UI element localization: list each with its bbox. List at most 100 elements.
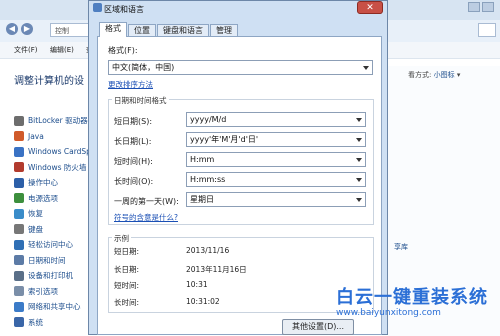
example-short-date-value: 2013/11/16 — [186, 246, 230, 255]
other-settings-button[interactable]: 其他设置(D)... — [282, 319, 354, 335]
flag-icon — [14, 177, 24, 188]
control-panel-item[interactable]: Java — [14, 129, 91, 145]
control-panel-item[interactable]: BitLocker 驱动器 — [14, 113, 91, 129]
tab-format[interactable]: 格式 — [99, 22, 127, 37]
network-icon — [14, 301, 24, 312]
chevron-down-icon — [363, 66, 369, 70]
ease-access-icon — [14, 239, 24, 250]
search-input[interactable] — [478, 23, 496, 37]
close-button[interactable]: ✕ — [357, 1, 383, 14]
menu-file[interactable]: 文件(F) — [14, 45, 38, 55]
chevron-down-icon — [356, 178, 362, 182]
back-icon[interactable]: ◀ — [6, 23, 18, 35]
format-select-value: 中文(简体，中国) — [112, 63, 175, 72]
example-short-time-value: 10:31 — [186, 280, 208, 289]
window-buttons — [468, 2, 494, 12]
cardspace-icon — [14, 146, 24, 157]
sort-method-link[interactable]: 更改排序方法 — [108, 79, 153, 90]
short-date-select[interactable]: yyyy/M/d — [186, 112, 366, 127]
java-icon — [14, 131, 24, 142]
menu-edit[interactable]: 编辑(E) — [50, 45, 74, 55]
long-date-value: yyyy'年'M'月'd'日' — [190, 135, 259, 144]
short-date-value: yyyy/M/d — [190, 115, 227, 124]
control-panel-item-label: 日期和时间 — [28, 255, 66, 265]
control-panel-item-label: 系统 — [28, 317, 43, 327]
control-panel-item[interactable]: 网络和共享中心 — [14, 299, 91, 315]
control-panel-item-label: 恢复 — [28, 209, 43, 219]
nav-buttons: ◀ ▶ — [6, 23, 33, 35]
globe-icon — [93, 3, 102, 12]
example-short-date-label: 短日期: — [114, 247, 140, 256]
long-date-label: 长日期(L): — [114, 137, 152, 146]
control-panel-item-label: Windows 防火墙 — [28, 162, 87, 172]
example-group-title: 示例 — [112, 233, 131, 244]
forward-icon[interactable]: ▶ — [21, 23, 33, 35]
control-panel-item[interactable]: Windows 防火墙 — [14, 160, 91, 176]
system-icon — [14, 317, 24, 328]
bitlocker-icon — [14, 115, 24, 126]
control-panel-item[interactable]: 键盘 — [14, 222, 91, 238]
keyboard-icon — [14, 224, 24, 235]
control-panel-item-label: 设备和打印机 — [28, 271, 73, 281]
minimize-icon[interactable] — [468, 2, 480, 12]
format-label: 格式(F): — [108, 46, 138, 55]
control-panel-item[interactable]: 索引选项 — [14, 284, 91, 300]
chevron-down-icon — [356, 138, 362, 142]
view-by-label: 看方式: — [408, 71, 432, 79]
control-panel-item[interactable]: 系统 — [14, 315, 91, 331]
example-long-date-value: 2013年11月16日 — [186, 265, 247, 274]
firewall-icon — [14, 162, 24, 173]
example-group — [108, 237, 374, 313]
chevron-down-icon[interactable]: ▾ — [457, 71, 461, 79]
watermark-url: www.baiyunxitong.com — [336, 308, 441, 318]
long-time-value: H:mm:ss — [190, 175, 226, 184]
short-time-value: H:mm — [190, 155, 215, 164]
control-panel-item[interactable]: 操作中心 — [14, 175, 91, 191]
first-day-select[interactable]: 星期日 — [186, 192, 366, 207]
example-long-date-label: 长日期: — [114, 265, 140, 274]
symbol-meaning-link[interactable]: 符号的含意是什么? — [114, 212, 178, 223]
clock-icon — [14, 255, 24, 266]
chevron-down-icon — [356, 158, 362, 162]
short-date-label: 短日期(S): — [114, 117, 153, 126]
maximize-icon[interactable] — [482, 2, 494, 12]
chevron-down-icon — [356, 198, 362, 202]
power-icon — [14, 193, 24, 204]
control-panel-item-label: 操作中心 — [28, 178, 58, 188]
format-select[interactable]: 中文(简体，中国) — [108, 60, 373, 75]
control-panel-item[interactable]: 设备和打印机 — [14, 268, 91, 284]
printer-icon — [14, 270, 24, 281]
dialog-title: 区域和语言 — [104, 5, 144, 14]
control-panel-item[interactable]: Windows CardSp — [14, 144, 91, 160]
partial-item-label[interactable]: 享库 — [394, 242, 408, 252]
control-panel-item[interactable]: 日期和时间 — [14, 253, 91, 269]
first-day-label: 一周的第一天(W): — [114, 197, 179, 206]
chevron-down-icon — [356, 118, 362, 122]
view-by: 看方式: 小图标 ▾ — [408, 70, 460, 80]
recovery-icon — [14, 208, 24, 219]
long-time-label: 长时间(O): — [114, 177, 154, 186]
view-by-value[interactable]: 小图标 — [434, 71, 455, 79]
example-short-time-label: 短时间: — [114, 281, 140, 290]
control-panel-list: BitLocker 驱动器 Java Windows CardSp Windows 防… — [14, 113, 91, 330]
long-time-select[interactable]: H:mm:ss — [186, 172, 366, 187]
example-long-time-value: 10:31:02 — [186, 297, 220, 306]
control-panel-item[interactable]: 轻松访问中心 — [14, 237, 91, 253]
control-panel-item-label: 轻松访问中心 — [28, 240, 73, 250]
control-panel-item-label: 网络和共享中心 — [28, 302, 81, 312]
watermark-title: 白云一键重装系统 — [336, 287, 488, 308]
long-date-select[interactable]: yyyy'年'M'月'd'日' — [186, 132, 366, 147]
control-panel-item[interactable]: 恢复 — [14, 206, 91, 222]
control-panel-item-label: Java — [28, 131, 44, 141]
control-panel-item-label: Windows CardSp — [28, 147, 91, 157]
control-panel-item-label: 电源选项 — [28, 193, 58, 203]
datetime-group-title: 日期和时间格式 — [112, 95, 169, 106]
control-panel-item-label: 索引选项 — [28, 286, 58, 296]
control-panel-item-label: BitLocker 驱动器 — [28, 116, 88, 126]
control-panel-item[interactable]: 电源选项 — [14, 191, 91, 207]
index-icon — [14, 286, 24, 297]
first-day-value: 星期日 — [190, 195, 214, 204]
short-time-select[interactable]: H:mm — [186, 152, 366, 167]
short-time-label: 短时间(H): — [114, 157, 153, 166]
control-panel-item-label: 键盘 — [28, 224, 43, 234]
